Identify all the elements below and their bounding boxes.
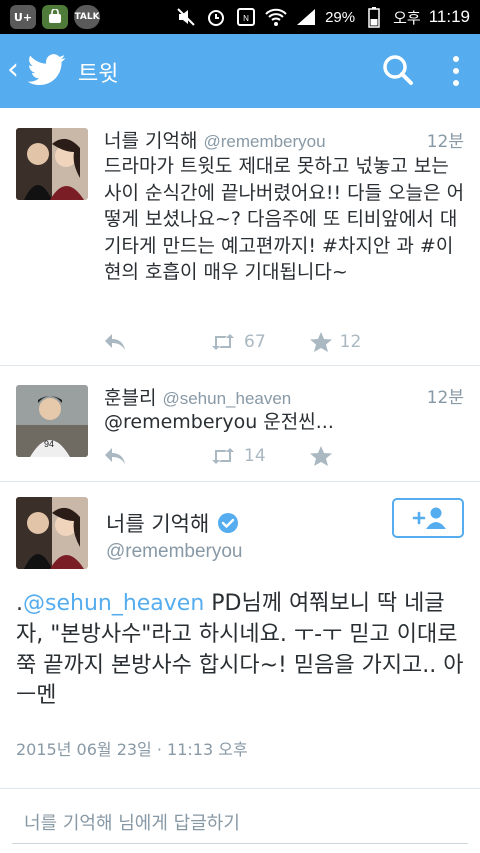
divider xyxy=(0,788,480,789)
reply-bar: 너를 기억해 님에게 답글하기 xyxy=(0,790,480,853)
mention-link[interactable]: @sehun_heaven xyxy=(23,591,204,616)
tweet-card[interactable]: 94 훈블리 @sehun_heaven 12분 @rememberyou 운전씬… xyxy=(0,366,480,482)
clock: 11:19 xyxy=(428,7,470,26)
author-handle: @rememberyou xyxy=(203,132,326,151)
avatar[interactable]: 94 xyxy=(16,385,88,457)
retweet-button[interactable]: 67 xyxy=(210,332,266,352)
avatar[interactable] xyxy=(16,497,88,569)
retweet-count: 67 xyxy=(244,332,266,352)
add-user-icon xyxy=(412,507,446,529)
author-name: 너를 기억해 xyxy=(106,512,210,536)
retweet-icon xyxy=(212,448,234,464)
verified-badge-icon xyxy=(218,513,239,533)
favorite-button[interactable] xyxy=(309,446,332,466)
battery-icon xyxy=(363,6,385,28)
battery-percent: 29% xyxy=(325,8,356,26)
signal-icon xyxy=(295,6,317,28)
svg-text:N: N xyxy=(243,14,249,23)
action-bar: ‹ 트윗 xyxy=(0,34,480,108)
tweet-card[interactable]: 너를 기억해 @rememberyou 12분 드라마가 트윗도 제대로 못하고 … xyxy=(0,108,480,366)
favorite-count: 12 xyxy=(339,332,362,352)
alarm-icon xyxy=(205,6,227,28)
overflow-menu-icon[interactable] xyxy=(446,52,466,90)
search-icon[interactable] xyxy=(380,52,416,88)
author-handle: @sehun_heaven xyxy=(162,389,292,408)
twitter-bird-icon[interactable] xyxy=(27,54,66,86)
author-name: 너를 기억해 xyxy=(104,130,198,152)
reply-icon xyxy=(105,334,125,350)
wifi-icon xyxy=(265,6,287,28)
tweet-author[interactable]: 너를 기억해 @rememberyou xyxy=(104,126,326,153)
author-name: 훈블리 xyxy=(104,387,157,409)
page-title: 트윗 xyxy=(78,62,119,87)
nfc-icon: N xyxy=(235,6,257,28)
reply-input[interactable]: 너를 기억해 님에게 답글하기 xyxy=(12,808,468,844)
tweet-actions: 67 12 xyxy=(104,330,361,354)
ampm-label: 오후 xyxy=(393,9,421,27)
retweet-button[interactable]: 14 xyxy=(210,446,266,466)
avatar[interactable] xyxy=(16,128,88,200)
reply-button[interactable] xyxy=(104,333,126,351)
text-prefix: . xyxy=(16,591,23,616)
follow-button[interactable] xyxy=(392,498,464,538)
uplus-app-icon: U+ xyxy=(10,5,36,29)
tweet-timestamp: 2015년 06월 23일 · 11:13 오후 xyxy=(16,740,248,759)
author-handle: @rememberyou xyxy=(106,541,243,562)
status-bar: U+ TALK N 29% 오후 11:19 xyxy=(0,0,480,34)
retweet-icon xyxy=(212,334,234,350)
talk-app-icon: TALK xyxy=(74,5,100,29)
star-icon xyxy=(309,446,332,466)
retweet-count: 14 xyxy=(244,446,266,466)
star-icon xyxy=(309,332,332,352)
tweet-time: 12분 xyxy=(426,388,464,408)
tweet-text: @rememberyou 운전씬... xyxy=(104,411,334,433)
favorite-button[interactable]: 12 xyxy=(309,332,362,352)
reply-icon xyxy=(105,448,125,464)
bag-app-icon xyxy=(42,5,68,29)
detail-tweet-text: .@sehun_heaven PD님께 여쭤보니 딱 네글자, "본방사수"라고… xyxy=(16,589,470,712)
tweet-time: 12분 xyxy=(426,132,464,152)
tweet-author[interactable]: 훈블리 @sehun_heaven xyxy=(104,383,291,410)
svg-text:94: 94 xyxy=(44,439,54,449)
back-chevron-icon[interactable]: ‹ xyxy=(2,55,24,85)
tweet-text: 드라마가 트윗도 제대로 못하고 넋놓고 보는 사이 순식간에 끝나버렸어요!!… xyxy=(104,155,465,283)
tweet-actions: 14 xyxy=(104,444,332,468)
reply-button[interactable] xyxy=(104,447,126,465)
detail-author[interactable]: 너를 기억해 xyxy=(106,508,239,538)
mute-icon xyxy=(175,6,197,28)
